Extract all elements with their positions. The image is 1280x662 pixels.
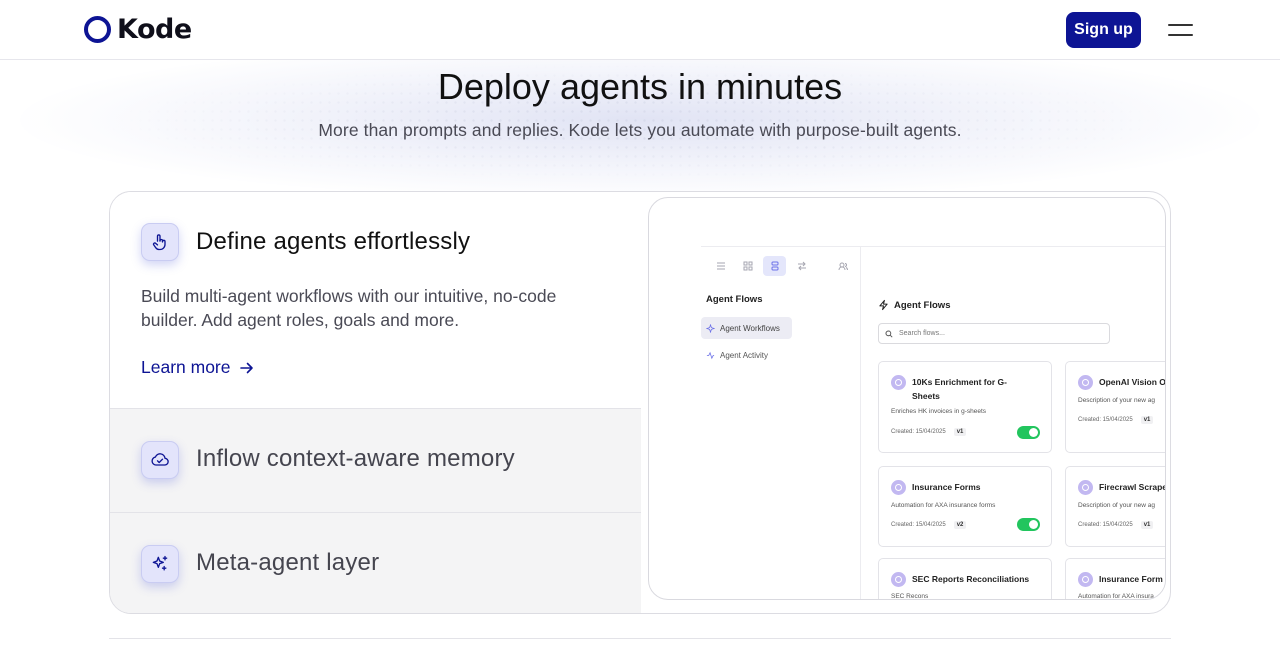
created-date: Created: 15/04/2025 [1078, 522, 1133, 528]
agent-name: Insurance Form [1099, 574, 1163, 584]
lightning-icon [879, 299, 888, 311]
agent-icon [1078, 572, 1093, 587]
agent-card[interactable]: Insurance Form Automation for AXA insura [1065, 558, 1165, 600]
created-date: Created: 15/04/2025 [1078, 417, 1133, 423]
hamburger-menu-icon[interactable] [1168, 21, 1193, 39]
sidebar-heading: Agent Flows [706, 294, 763, 305]
preview-sidebar: Agent Flows Agent Workflows Agent Activi… [701, 247, 861, 599]
sign-up-button[interactable]: Sign up [1066, 12, 1141, 48]
sparkle-icon [706, 323, 715, 333]
version-badge: v1 [953, 428, 967, 436]
feature-context-memory[interactable]: Inflow context-aware memory [110, 409, 641, 513]
preview-app: Agent Flows Agent Workflows Agent Activi… [701, 246, 1166, 600]
app-preview: Agent Flows Agent Workflows Agent Activi… [648, 197, 1166, 600]
grid-icon[interactable] [736, 256, 759, 276]
agent-toggle[interactable] [1017, 518, 1040, 531]
sparkles-icon [141, 545, 179, 583]
cloud-check-icon [141, 441, 179, 479]
main-heading-label: Agent Flows [894, 299, 951, 311]
agent-toggle[interactable] [1017, 426, 1040, 439]
agent-icon [891, 572, 906, 587]
logo-text: Kode [117, 14, 192, 45]
activity-icon [706, 351, 715, 359]
sidebar-item-agent-activity[interactable]: Agent Activity [701, 344, 792, 366]
feature-title: Meta-agent layer [196, 549, 380, 576]
agent-description: Enriches HK invoices in g-sheets [891, 408, 987, 415]
agent-card[interactable]: 10Ks Enrichment for G-Sheets Enriches HK… [878, 361, 1052, 453]
agent-icon [891, 375, 906, 390]
agent-created: Created: 15/04/2025 v1 [1078, 416, 1154, 424]
feature-title: Inflow context-aware memory [196, 445, 515, 472]
swap-icon[interactable] [790, 256, 813, 276]
feature-meta-agent[interactable]: Meta-agent layer [110, 513, 641, 613]
main-heading: Agent Flows [878, 299, 950, 311]
agent-name: OpenAI Vision O [1099, 377, 1166, 387]
agent-icon [1078, 480, 1093, 495]
pointer-hand-icon [141, 223, 179, 261]
feature-title: Define agents effortlessly [196, 228, 471, 255]
agent-description: Automation for AXA insurance forms [891, 502, 996, 509]
feature-define-agents[interactable]: Define agents effortlessly Build multi-a… [110, 192, 641, 409]
agent-card[interactable]: Insurance Forms Automation for AXA insur… [878, 466, 1052, 547]
features-list: Define agents effortlessly Build multi-a… [110, 192, 641, 613]
agent-name: 10Ks Enrichment for G-Sheets [912, 377, 1007, 401]
section-divider [109, 638, 1171, 639]
list-icon[interactable] [709, 256, 732, 276]
flows-icon[interactable] [763, 256, 786, 276]
logo-ring-icon [84, 16, 111, 43]
search-flows-input[interactable]: Search flows... [878, 323, 1110, 344]
hero-subtitle: More than prompts and replies. Kode lets… [318, 120, 962, 140]
preview-toolbar [709, 256, 858, 276]
sidebar-item-label: Agent Activity [720, 350, 769, 360]
agent-icon [891, 480, 906, 495]
learn-more-label: Learn more [141, 357, 231, 377]
agent-name: Firecrawl Scrape [1099, 482, 1166, 492]
agent-description: SEC Recons [891, 593, 929, 600]
agent-card[interactable]: Firecrawl Scrape Description of your new… [1065, 466, 1166, 547]
search-icon [885, 329, 893, 338]
created-date: Created: 15/04/2025 [891, 522, 946, 528]
agent-created: Created: 15/04/2025 v2 [891, 521, 967, 529]
arrow-right-icon [239, 362, 253, 373]
agent-card[interactable]: SEC Reports Reconciliations SEC Recons [878, 558, 1052, 600]
agent-name: Insurance Forms [912, 482, 981, 492]
version-badge: v1 [1140, 416, 1154, 424]
agent-icon [1078, 375, 1093, 390]
agent-description: Description of your new ag [1078, 397, 1155, 404]
sidebar-item-label: Agent Workflows [720, 323, 780, 333]
agent-description: Description of your new ag [1078, 502, 1155, 509]
agent-created: Created: 15/04/2025 v1 [1078, 521, 1154, 529]
feature-description: Build multi-agent workflows with our int… [141, 286, 557, 330]
features-card: Define agents effortlessly Build multi-a… [109, 191, 1171, 614]
hero-title: Deploy agents in minutes [437, 66, 843, 107]
version-badge: v1 [1140, 521, 1154, 529]
sidebar-item-agent-workflows[interactable]: Agent Workflows [701, 317, 792, 339]
agent-name: SEC Reports Reconciliations [912, 574, 1030, 584]
version-badge: v2 [953, 521, 967, 529]
learn-more-link[interactable]: Learn more [141, 357, 254, 378]
users-icon[interactable] [831, 256, 854, 276]
agent-created: Created: 15/04/2025 v1 [891, 428, 967, 436]
search-placeholder: Search flows... [899, 330, 945, 337]
agent-description: Automation for AXA insura [1078, 593, 1154, 600]
logo[interactable]: Kode [84, 14, 192, 45]
agent-card[interactable]: OpenAI Vision O Description of your new … [1065, 361, 1166, 453]
site-header: Kode Sign up [0, 0, 1280, 60]
created-date: Created: 15/04/2025 [891, 429, 946, 435]
